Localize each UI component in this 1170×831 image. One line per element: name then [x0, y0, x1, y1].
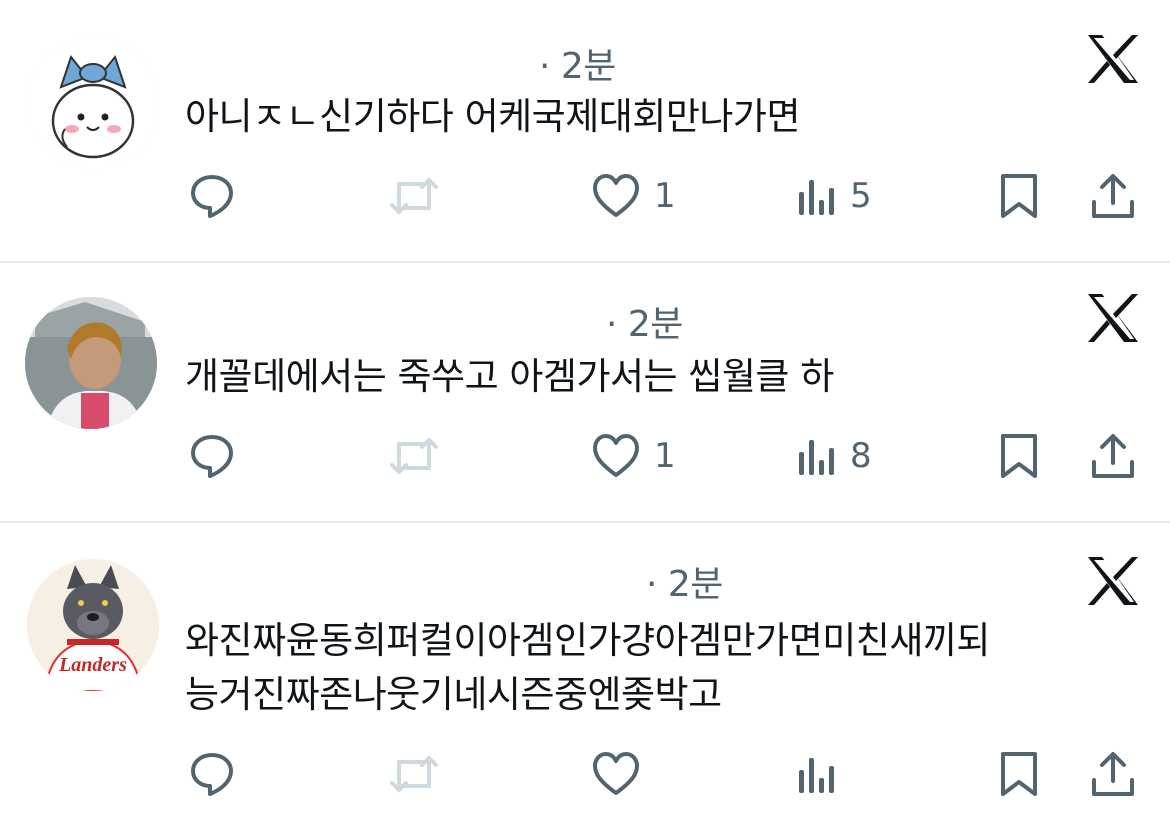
like-count: 1	[654, 176, 676, 216]
x-logo-icon	[1086, 556, 1140, 606]
share-icon	[1092, 434, 1134, 478]
post-actions: 1 8	[0, 431, 1170, 481]
views-bar-icon	[799, 758, 834, 793]
share-button[interactable]	[1090, 431, 1136, 481]
post[interactable]: · 2분 개꼴데에서는 죽쑤고 아겜가서는 씹월클 하 1 8	[0, 263, 1170, 522]
avatar-text: Landers	[58, 654, 127, 676]
x-logo-icon	[1086, 293, 1140, 343]
share-button[interactable]	[1090, 749, 1136, 799]
post-text-line: 개꼴데에서는 죽쑤고 아겜가서는 씹월클 하	[185, 355, 834, 398]
repost-icon	[390, 178, 438, 214]
heart-icon	[593, 434, 639, 477]
views-button[interactable]: 8	[798, 431, 872, 481]
bookmark-button[interactable]	[998, 431, 1040, 481]
x-logo-icon	[1086, 34, 1140, 84]
repost-button[interactable]	[387, 431, 441, 481]
like-button[interactable]	[592, 749, 654, 799]
feed: · 2분 아니ㅈㄴ신기하다 어케국제대회만나가면 1 5 · 2분 개꼴데에서는…	[0, 0, 1170, 831]
bookmark-icon	[1001, 174, 1037, 218]
post-actions	[0, 749, 1170, 799]
post-text-line: 와진짜윤동희퍼컬이아겜인가걍아겜만가면미친새끼되	[185, 619, 990, 662]
post-text: 아니ㅈㄴ신기하다 어케국제대회만나가면	[185, 93, 800, 141]
repost-icon	[390, 438, 438, 474]
post-time[interactable]: · 2분	[539, 37, 616, 89]
reply-bubble-icon	[191, 435, 233, 478]
avatar[interactable]	[27, 37, 159, 169]
bookmark-icon	[1001, 752, 1037, 796]
post-text: 와진짜윤동희퍼컬이아겜인가걍아겜만가면미친새끼되 능거진짜존나웃기네시즌중엔좆박…	[185, 614, 990, 722]
heart-icon	[593, 752, 639, 795]
person-photo-avatar	[25, 297, 157, 429]
reply-button[interactable]	[188, 431, 236, 481]
avatar[interactable]: Landers	[27, 559, 159, 691]
avatar[interactable]	[25, 297, 157, 429]
post-text-line: 능거진짜존나웃기네시즌중엔좆박고	[185, 673, 722, 716]
bookmark-button[interactable]	[998, 171, 1040, 221]
like-button[interactable]: 1	[592, 431, 676, 481]
views-count: 5	[850, 176, 872, 216]
post-text: 개꼴데에서는 죽쑤고 아겜가서는 씹월클 하	[185, 353, 834, 401]
heart-icon	[593, 174, 639, 217]
reply-bubble-icon	[191, 175, 233, 218]
cat-character-avatar	[27, 37, 159, 169]
reply-bubble-icon	[191, 753, 233, 796]
share-button[interactable]	[1090, 171, 1136, 221]
dog-mascot-avatar: Landers	[27, 559, 159, 691]
reply-button[interactable]	[188, 749, 236, 799]
post-time[interactable]: · 2분	[606, 295, 683, 347]
like-count: 1	[654, 436, 676, 476]
post-actions: 1 5	[0, 171, 1170, 221]
share-icon	[1092, 174, 1134, 218]
bookmark-button[interactable]	[998, 749, 1040, 799]
views-button[interactable]: 5	[798, 171, 872, 221]
post[interactable]: Landers · 2분 와진짜윤동희퍼컬이아겜인가걍아겜만가면미친새끼되 능거…	[0, 523, 1170, 831]
reply-button[interactable]	[188, 171, 236, 221]
views-button[interactable]	[798, 749, 850, 799]
bookmark-icon	[1001, 434, 1037, 478]
post-time[interactable]: · 2분	[646, 555, 723, 607]
views-bar-icon	[799, 180, 834, 215]
share-icon	[1092, 752, 1134, 796]
views-count: 8	[850, 436, 872, 476]
post[interactable]: · 2분 아니ㅈㄴ신기하다 어케국제대회만나가면 1 5	[0, 0, 1170, 262]
repost-icon	[390, 756, 438, 792]
repost-button[interactable]	[387, 749, 441, 799]
like-button[interactable]: 1	[592, 171, 676, 221]
views-bar-icon	[799, 440, 834, 475]
repost-button[interactable]	[387, 171, 441, 221]
post-text-line: 아니ㅈㄴ신기하다 어케국제대회만나가면	[185, 95, 800, 138]
